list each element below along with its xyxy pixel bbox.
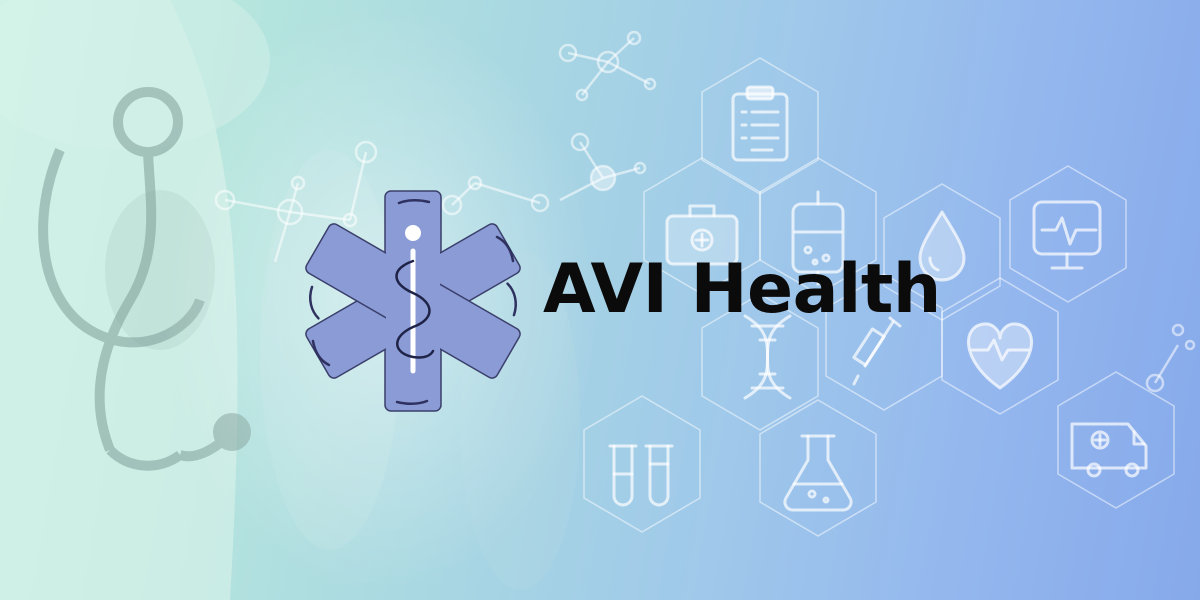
star-of-life-icon: [305, 190, 521, 412]
flask-icon: [783, 434, 853, 512]
heartbeat-heart-icon: [966, 322, 1034, 390]
test-tubes-icon: [608, 444, 674, 507]
banner: AVI Health: [0, 0, 1200, 600]
ambulance-icon: [1070, 422, 1148, 478]
clipboard-icon: [731, 85, 789, 162]
heart-monitor-icon: [1032, 200, 1102, 270]
brand-name: AVI Health: [543, 250, 941, 329]
